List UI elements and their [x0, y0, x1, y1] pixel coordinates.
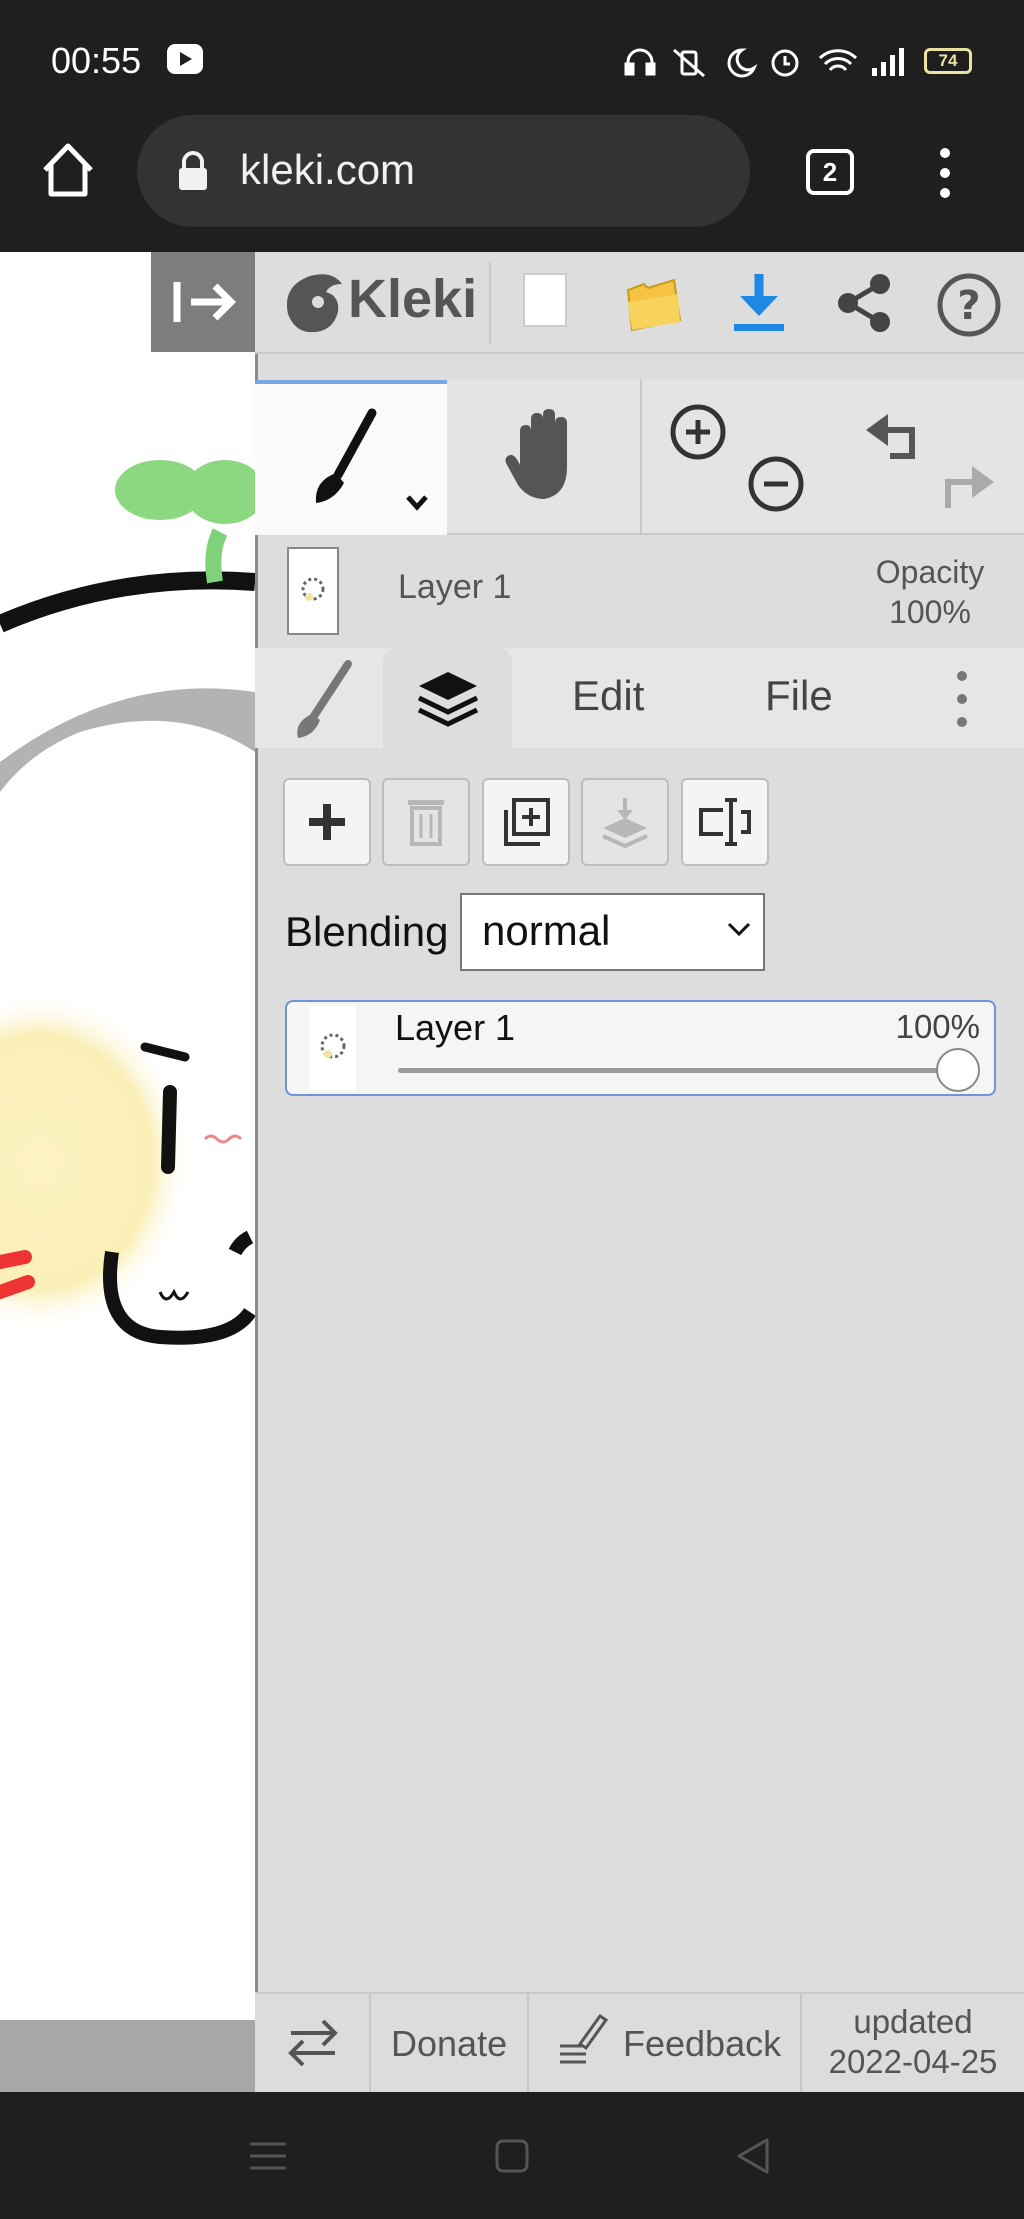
hand-tool-icon[interactable]	[500, 405, 588, 505]
home-button-icon[interactable]	[494, 2138, 530, 2174]
plus-icon	[309, 804, 345, 840]
undo-redo-controls	[866, 414, 994, 508]
layer-item-opacity: 100%	[895, 1008, 980, 1045]
merge-layer-button[interactable]	[581, 778, 669, 866]
youtube-notification-icon	[167, 44, 203, 74]
delete-layer-button[interactable]	[382, 778, 470, 866]
duplicate-icon	[504, 798, 550, 846]
layer-item-name: Layer 1	[395, 1007, 516, 1048]
tab-switcher-button[interactable]: 2	[806, 149, 854, 195]
browser-menu-icon[interactable]	[930, 145, 960, 201]
brush-icon	[315, 408, 428, 511]
bottom-divider	[369, 1994, 371, 2092]
canvas-drawing	[0, 460, 255, 1345]
feedback-icon	[560, 2013, 608, 2064]
donate-link[interactable]: Donate	[391, 2023, 507, 2065]
bottom-divider	[800, 1994, 802, 2092]
topbar-divider	[489, 262, 491, 344]
trash-icon	[408, 800, 444, 846]
folder-icon[interactable]	[624, 272, 682, 332]
chevron-down-icon	[727, 922, 751, 937]
help-icon[interactable]: ?	[936, 272, 1002, 338]
bottom-divider	[527, 1994, 529, 2092]
collapse-panel-button[interactable]	[151, 252, 255, 352]
canvas-scroll-area	[0, 2020, 255, 2092]
feedback-link[interactable]: Feedback	[623, 2023, 781, 2065]
layer-thumbnail[interactable]	[287, 547, 339, 635]
address-bar[interactable]	[137, 115, 750, 227]
tab-edit[interactable]: Edit	[572, 672, 644, 720]
kleki-logo-text: Kleki	[348, 269, 478, 329]
rename-icon	[699, 798, 751, 846]
layers-icon	[417, 672, 479, 727]
share-icon[interactable]	[834, 272, 894, 334]
undo-icon	[866, 414, 915, 459]
layer-item-preview	[320, 1033, 346, 1059]
status-icons	[624, 48, 904, 78]
more-options-icon[interactable]	[950, 668, 974, 730]
layer-opacity-slider-handle[interactable]	[936, 1048, 980, 1092]
current-layer-name: Layer 1	[398, 568, 512, 606]
recent-apps-icon[interactable]	[248, 2138, 288, 2174]
blending-value: normal	[482, 907, 611, 954]
url-text[interactable]: kleki.com	[240, 146, 415, 194]
toolrow-divider	[640, 380, 642, 535]
back-icon[interactable]	[735, 2136, 771, 2176]
opacity-label: Opacity	[875, 554, 985, 590]
zoom-out-icon	[748, 456, 804, 512]
add-layer-button[interactable]	[283, 778, 371, 866]
rename-layer-button[interactable]	[681, 778, 769, 866]
current-layer-opacity: Opacity 100%	[860, 552, 1000, 632]
merge-down-icon	[602, 798, 648, 849]
tab-brush[interactable]	[290, 658, 356, 740]
lock-icon	[179, 151, 207, 190]
zoom-controls	[670, 404, 804, 512]
status-time: 00:55	[51, 40, 142, 81]
blending-label: Blending	[285, 908, 449, 955]
tab-file[interactable]: File	[765, 672, 833, 720]
layer-thumbnail-preview	[301, 577, 325, 601]
svg-text:?: ?	[957, 283, 980, 329]
drawing-canvas[interactable]	[0, 252, 255, 2092]
swap-side-icon[interactable]	[285, 2015, 341, 2071]
opacity-value: 100%	[889, 594, 971, 630]
chevron-down-icon	[406, 495, 428, 511]
updated-date: 2022-04-25	[828, 2043, 998, 2080]
status-bar: 00:55 74	[0, 0, 1024, 125]
battery-indicator: 74	[924, 48, 972, 74]
redo-icon	[945, 466, 994, 508]
zoom-in-icon	[670, 404, 726, 460]
duplicate-layer-button[interactable]	[482, 778, 570, 866]
updated-info[interactable]: updated 2022-04-25	[808, 2002, 1018, 2082]
updated-label: updated	[853, 2003, 973, 2040]
layer-opacity-slider[interactable]	[398, 1068, 958, 1073]
collapse-arrow-icon	[173, 282, 236, 322]
layer-item-thumbnail	[310, 1006, 356, 1090]
download-icon[interactable]	[730, 270, 788, 334]
new-document-icon[interactable]	[520, 272, 570, 330]
home-icon[interactable]	[40, 140, 96, 200]
kleki-logo-icon	[286, 274, 342, 333]
